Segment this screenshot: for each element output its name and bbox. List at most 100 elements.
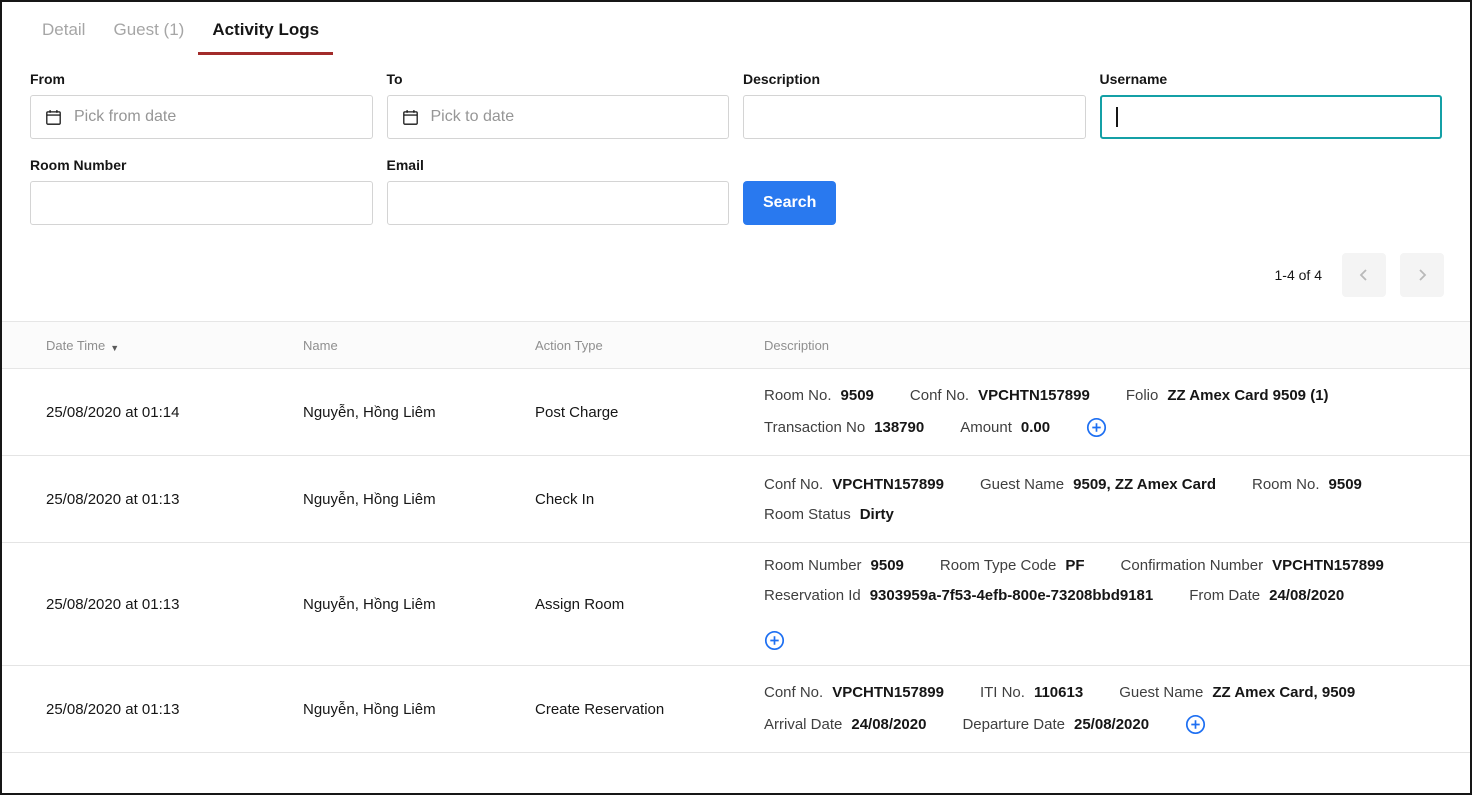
pair-label: Room Type Code [940, 557, 1056, 574]
text-cursor [1116, 107, 1118, 127]
description-pair: Transaction No138790 [764, 419, 924, 436]
pagination-range: 1-4 of 4 [1275, 267, 1322, 283]
description-pair: Room Status Dirty [764, 506, 894, 523]
log-table-body: 25/08/2020 at 01:14 Nguyễn, Hồng Liêm Po… [2, 369, 1470, 753]
description-label: Description [743, 71, 1086, 87]
expand-details-icon[interactable] [764, 630, 785, 651]
chevron-left-icon [1356, 267, 1372, 283]
date-time-cell: 25/08/2020 at 01:13 [30, 477, 287, 522]
name-cell: Nguyễn, Hồng Liêm [287, 390, 519, 435]
pair-label: Room No. [764, 387, 832, 404]
pair-value: 9509 [1329, 476, 1362, 493]
pair-value: VPCHTN157899 [832, 476, 944, 493]
to-date-input[interactable]: Pick to date [387, 95, 730, 139]
pair-value: 0.00 [1021, 419, 1050, 436]
pair-label: Conf No. [910, 387, 969, 404]
description-pair: Conf No.VPCHTN157899 [764, 684, 944, 701]
description-cell: Conf No. VPCHTN157899 Guest Name9509, ZZ A… [748, 462, 1442, 537]
username-input[interactable] [1100, 95, 1443, 139]
tab-detail[interactable]: Detail [28, 16, 99, 55]
header-action-type[interactable]: Action Type [519, 338, 748, 353]
pair-label: Guest Name [980, 476, 1064, 493]
date-time-cell: 25/08/2020 at 01:13 [30, 582, 287, 627]
activity-logs-page: Detail Guest (1) Activity Logs From Pick… [0, 0, 1472, 795]
email-label: Email [387, 157, 730, 173]
calendar-icon [402, 109, 419, 126]
description-pair: From Date24/08/2020 [1189, 587, 1344, 604]
pair-value: PF [1065, 557, 1084, 574]
name-cell: Nguyễn, Hồng Liêm [287, 582, 519, 627]
pair-label: Amount [960, 419, 1012, 436]
description-cell: Conf No.VPCHTN157899 ITI No. 110613 Guest N… [748, 670, 1442, 749]
header-date-time[interactable]: Date Time ▼ [30, 338, 287, 353]
calendar-icon [45, 109, 62, 126]
description-pair: Room Type Code PF [940, 557, 1085, 574]
search-button[interactable]: Search [743, 181, 836, 225]
date-time-cell: 25/08/2020 at 01:14 [30, 390, 287, 435]
pair-value: VPCHTN157899 [978, 387, 1090, 404]
tab-guest[interactable]: Guest (1) [99, 16, 198, 55]
table-row[interactable]: 25/08/2020 at 01:13 Nguyễn, Hồng Liêm As… [2, 543, 1470, 666]
pair-label: From Date [1189, 587, 1260, 604]
description-pair: Conf No. VPCHTN157899 [910, 387, 1090, 404]
email-input[interactable] [387, 181, 730, 225]
description-pair: Room Number 9509 [764, 557, 904, 574]
action-type-cell: Post Charge [519, 390, 748, 435]
description-pair: Room No. 9509 [1252, 476, 1362, 493]
pair-value: ZZ Amex Card, 9509 [1212, 684, 1355, 701]
header-name[interactable]: Name [287, 338, 519, 353]
from-date-label: From [30, 71, 373, 87]
pair-label: Conf No. [764, 476, 823, 493]
next-page-button[interactable] [1400, 253, 1444, 297]
description-pair: Guest NameZZ Amex Card, 9509 [1119, 684, 1355, 701]
description-cell: Room No. 9509 Conf No. VPCHTN157899 Folio ZZ … [748, 373, 1442, 452]
description-pair: Arrival Date 24/08/2020 [764, 716, 926, 733]
search-button-wrap: Search [743, 157, 1086, 225]
pair-label: Reservation Id [764, 587, 861, 604]
filter-panel: From Pick from date To Pick to date Desc… [30, 71, 1442, 225]
pair-label: Arrival Date [764, 716, 842, 733]
pair-value: ZZ Amex Card 9509 (1) [1167, 387, 1328, 404]
name-cell: Nguyễn, Hồng Liêm [287, 477, 519, 522]
pair-label: Folio [1126, 387, 1159, 404]
from-date-input[interactable]: Pick from date [30, 95, 373, 139]
pair-value: 9303959a-7f53-4efb-800e-73208bbd9181 [870, 587, 1154, 604]
description-cell: Room Number 9509 Room Type Code PF Confirmat… [748, 543, 1442, 665]
expand-details-icon[interactable] [1185, 714, 1206, 735]
pair-value: 110613 [1034, 684, 1083, 701]
pair-label: Departure Date [962, 716, 1065, 733]
description-pair: Room No. 9509 [764, 387, 874, 404]
pair-value: 9509 [871, 557, 904, 574]
pair-label: ITI No. [980, 684, 1025, 701]
pair-value: 9509 [841, 387, 874, 404]
pair-label: Confirmation Number [1121, 557, 1264, 574]
tab-bar: Detail Guest (1) Activity Logs [2, 2, 1470, 55]
tab-activity-logs[interactable]: Activity Logs [198, 16, 333, 55]
from-date-field: From Pick from date [30, 71, 373, 139]
description-pair: Reservation Id 9303959a-7f53-4efb-800e-73… [764, 587, 1153, 604]
sort-descending-icon[interactable]: ▼ [110, 343, 119, 353]
description-pair: ITI No. 110613 [980, 684, 1083, 701]
pair-value: VPCHTN157899 [832, 684, 944, 701]
pair-value: VPCHTN157899 [1272, 557, 1384, 574]
description-pair: Guest Name9509, ZZ Amex Card [980, 476, 1216, 493]
description-input[interactable] [743, 95, 1086, 139]
table-header-row: Date Time▼ Name Action Type Description [2, 321, 1470, 369]
pair-label: Room No. [1252, 476, 1320, 493]
pagination-bar: 1-4 of 4 [2, 225, 1470, 321]
pair-label: Room Status [764, 506, 851, 523]
pair-value: Dirty [860, 506, 894, 523]
expand-details-icon[interactable] [1086, 417, 1107, 438]
to-date-field: To Pick to date [387, 71, 730, 139]
table-row[interactable]: 25/08/2020 at 01:13 Nguyễn, Hồng Liêm Ch… [2, 456, 1470, 543]
header-date-time-label: Date Time [46, 338, 105, 353]
room-number-input[interactable] [30, 181, 373, 225]
description-pair: Conf No. VPCHTN157899 [764, 476, 944, 493]
pair-value: 24/08/2020 [851, 716, 926, 733]
to-date-placeholder: Pick to date [431, 108, 515, 126]
pair-label: Room Number [764, 557, 862, 574]
pair-value: 138790 [874, 419, 924, 436]
table-row[interactable]: 25/08/2020 at 01:13 Nguyễn, Hồng Liêm Cr… [2, 666, 1470, 753]
table-row[interactable]: 25/08/2020 at 01:14 Nguyễn, Hồng Liêm Po… [2, 369, 1470, 456]
prev-page-button[interactable] [1342, 253, 1386, 297]
